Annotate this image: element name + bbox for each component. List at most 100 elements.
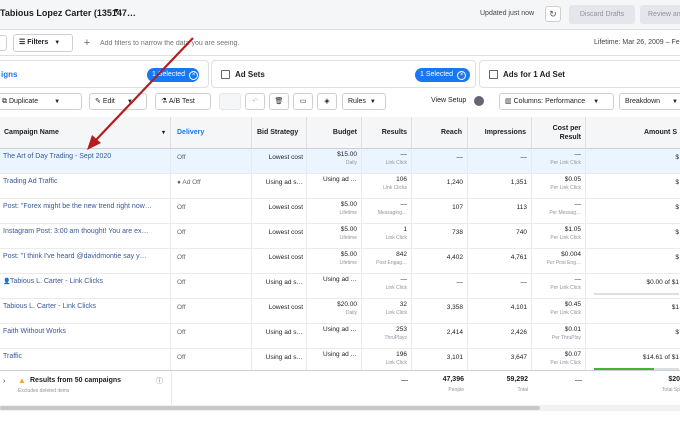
table-row[interactable]: Post: "I think I've heard @davidmontie s…: [0, 249, 680, 274]
info-icon[interactable]: ⓘ: [156, 376, 163, 386]
campaign-name-value[interactable]: Tabious L. Carter - Link Clicks: [10, 278, 170, 285]
ab-test-button[interactable]: ⚗ A/B Test: [155, 93, 211, 110]
preview-icon[interactable]: ▭: [293, 93, 313, 110]
add-filter-icon[interactable]: +: [80, 35, 94, 51]
budget[interactable]: Using ad …: [307, 174, 362, 199]
toggle-icon[interactable]: [474, 96, 484, 106]
close-icon[interactable]: ×: [189, 71, 199, 80]
tag-icon[interactable]: ◈: [317, 93, 337, 110]
campaigns-selected-pill[interactable]: 1 Selected ×: [147, 68, 199, 82]
ad-sets-selected-pill[interactable]: 1 Selected ×: [415, 68, 470, 82]
budget[interactable]: $5.00 Lifetime: [307, 199, 362, 224]
budget-value[interactable]: $5.00: [307, 226, 357, 233]
duplicate-button[interactable]: ⧉ Duplicate ▼: [0, 93, 82, 110]
date-range[interactable]: Lifetime: Mar 26, 2009 – Fe: [594, 39, 680, 46]
campaign-name-value[interactable]: Traffic: [3, 353, 170, 360]
tab-ads[interactable]: Ads for 1 Ad Set: [479, 60, 680, 88]
campaign-name[interactable]: Tabious L. Carter - Link Clicks: [0, 299, 171, 324]
col-header-bid[interactable]: Bid Strategy: [252, 117, 307, 149]
campaign-name[interactable]: Post: "I think I've heard @davidmontie s…: [0, 249, 171, 274]
budget-value[interactable]: $5.00: [307, 251, 357, 258]
campaign-name-value[interactable]: The Art of Day Trading - Sept 2020: [3, 153, 170, 160]
campaign-name[interactable]: 👤 Tabious L. Carter - Link Clicks: [0, 274, 171, 299]
budget-value[interactable]: $20.00: [307, 301, 357, 308]
cost-per-result: $0.01 Per ThruPlay: [532, 324, 586, 349]
campaign-name-value[interactable]: Instagram Post: 3:00 am thought! You are…: [3, 228, 170, 235]
col-header-budget[interactable]: Budget: [307, 117, 362, 149]
budget[interactable]: $15.00 Daily: [307, 149, 362, 174]
table-row[interactable]: The Art of Day Trading - Sept 2020 Off Low…: [0, 149, 680, 174]
campaign-name-value[interactable]: Post: "Forex might be the new trend righ…: [3, 203, 170, 210]
campaign-name[interactable]: Faith Without Works: [0, 324, 171, 349]
col-header-amount-spent[interactable]: Amount S: [586, 117, 680, 149]
more-button[interactable]: [219, 93, 241, 110]
budget-value[interactable]: Using ad …: [307, 351, 357, 358]
results-value: 253: [396, 326, 407, 333]
cost-per-result-value: $0.01: [564, 326, 581, 333]
tab-ad-sets[interactable]: Ad Sets 1 Selected ×: [211, 60, 476, 88]
col-header-impressions[interactable]: Impressions: [468, 117, 532, 149]
col-header-results[interactable]: Results: [362, 117, 412, 149]
campaign-name-value[interactable]: Trading Ad Traffic: [3, 178, 170, 185]
budget-value[interactable]: Using ad …: [307, 276, 357, 283]
amount-spent-value: $: [675, 154, 679, 161]
col-header-label: Results: [381, 129, 407, 136]
budget-value[interactable]: $5.00: [307, 201, 357, 208]
table-row[interactable]: 👤 Tabious L. Carter - Link Clicks Off Using…: [0, 274, 680, 299]
breakdown-button[interactable]: Breakdown ▼: [619, 93, 680, 110]
col-header-label: Reach: [440, 129, 462, 136]
review-and-publish-button[interactable]: Review and: [640, 5, 680, 24]
budget-value[interactable]: Using ad …: [307, 176, 357, 183]
budget-value[interactable]: Using ad …: [307, 326, 357, 333]
filter-input[interactable]: [100, 36, 400, 50]
refresh-icon[interactable]: ↻: [545, 6, 561, 22]
table-row[interactable]: Trading Ad Traffic ● Ad Off Using ad s… Usi…: [0, 174, 680, 199]
tab-campaigns-label: igns: [1, 70, 18, 79]
col-header-reach[interactable]: Reach: [412, 117, 468, 149]
search-button[interactable]: [0, 35, 7, 51]
bid-strategy-value: Using ad s…: [265, 179, 303, 186]
rules-button[interactable]: Rules ▼: [342, 93, 386, 110]
col-header-delivery[interactable]: Delivery: [171, 117, 252, 149]
view-setup-label[interactable]: View Setup: [431, 97, 466, 104]
campaigns-table: Campaign Name ▾ Delivery Bid Strategy Bud…: [0, 117, 680, 407]
discard-drafts-button[interactable]: Discard Drafts: [569, 5, 635, 24]
tab-campaigns[interactable]: igns 1 Selected ×: [0, 60, 209, 88]
campaign-name[interactable]: Post: "Forex might be the new trend righ…: [0, 199, 171, 224]
col-header-cost-per-result[interactable]: Cost per Result: [532, 117, 586, 149]
summary-reach: 47,396: [442, 376, 464, 383]
edit-button[interactable]: ✎ Edit ▼: [89, 93, 147, 110]
campaign-name[interactable]: The Art of Day Trading - Sept 2020: [0, 149, 171, 174]
campaign-name-value[interactable]: Tabious L. Carter - Link Clicks: [3, 303, 170, 310]
undo-icon[interactable]: ↶: [245, 93, 265, 110]
table-row[interactable]: Tabious L. Carter - Link Clicks Off Lowest…: [0, 299, 680, 324]
bid-strategy: Lowest cost: [252, 249, 307, 274]
columns-button[interactable]: ▥ Columns: Performance ▼: [499, 93, 614, 110]
budget[interactable]: Using ad …: [307, 324, 362, 349]
filters-button[interactable]: ☰ Filters ▼: [13, 34, 73, 52]
campaign-name[interactable]: Trading Ad Traffic: [0, 174, 171, 199]
reach-value: 3,101: [446, 354, 463, 361]
budget[interactable]: $5.00 Lifetime: [307, 224, 362, 249]
table-row[interactable]: Instagram Post: 3:00 am thought! You are…: [0, 224, 680, 249]
summary-sub: Excludes deleted items: [18, 388, 70, 394]
close-icon[interactable]: ×: [457, 71, 467, 80]
budget[interactable]: $5.00 Lifetime: [307, 249, 362, 274]
chevron-down-icon[interactable]: ▼: [113, 8, 120, 15]
table-row[interactable]: Post: "Forex might be the new trend righ…: [0, 199, 680, 224]
campaign-name[interactable]: Instagram Post: 3:00 am thought! You are…: [0, 224, 171, 249]
budget-value[interactable]: $15.00: [307, 151, 357, 158]
col-header-name[interactable]: Campaign Name ▾: [0, 117, 171, 149]
chevron-right-icon[interactable]: ›: [3, 378, 5, 385]
ad-sets-selected-label: 1 Selected: [420, 71, 454, 78]
trash-icon[interactable]: 🗑: [269, 93, 289, 110]
budget[interactable]: Using ad …: [307, 274, 362, 299]
budget[interactable]: $20.00 Daily: [307, 299, 362, 324]
campaign-name-value[interactable]: Faith Without Works: [3, 328, 170, 335]
table-row[interactable]: Faith Without Works Off Using ad s… Using a…: [0, 324, 680, 349]
results-value: 32: [399, 301, 407, 308]
divider: [171, 371, 172, 407]
campaign-name-value[interactable]: Post: "I think I've heard @davidmontie s…: [3, 253, 170, 260]
scrollbar-thumb[interactable]: [0, 406, 540, 410]
campaigns-selected-label: 1 Selected: [152, 71, 186, 78]
